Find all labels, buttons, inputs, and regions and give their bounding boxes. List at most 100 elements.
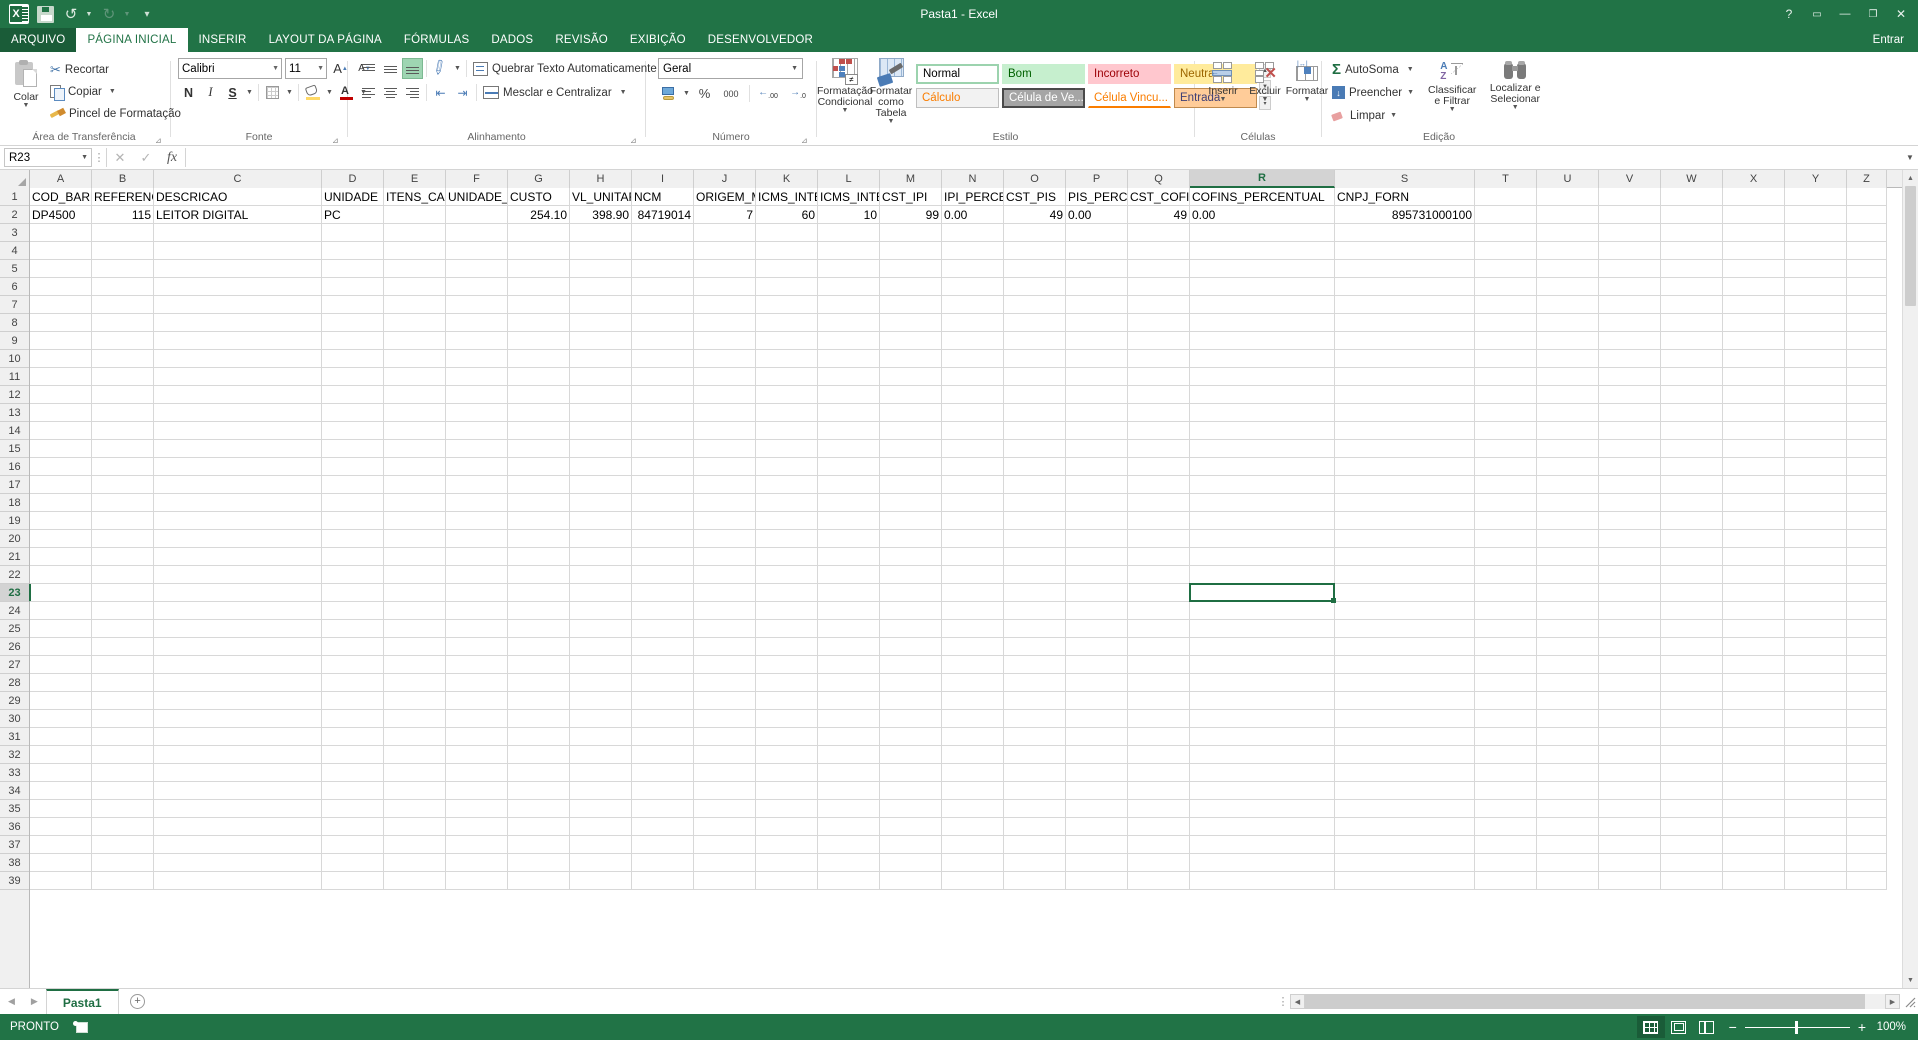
cell-S32[interactable]	[1335, 746, 1475, 764]
cell-W28[interactable]	[1661, 674, 1723, 692]
cell-P39[interactable]	[1066, 872, 1128, 890]
cell-A26[interactable]	[30, 638, 92, 656]
cell-L21[interactable]	[818, 548, 880, 566]
cell-F15[interactable]	[446, 440, 508, 458]
align-left-button[interactable]	[358, 82, 379, 103]
cell-N29[interactable]	[942, 692, 1004, 710]
format-cells-button[interactable]: |↔| Formatar ▼	[1286, 60, 1329, 105]
style-bom[interactable]: Bom	[1002, 64, 1085, 84]
cell-G17[interactable]	[508, 476, 570, 494]
cell-A3[interactable]	[30, 224, 92, 242]
find-select-button[interactable]: Localizar e Selecionar ▼	[1481, 57, 1549, 113]
cell-X29[interactable]	[1723, 692, 1785, 710]
cell-W12[interactable]	[1661, 386, 1723, 404]
cell-F39[interactable]	[446, 872, 508, 890]
percent-format-button[interactable]: %	[694, 83, 715, 104]
cell-Q16[interactable]	[1128, 458, 1190, 476]
cell-G19[interactable]	[508, 512, 570, 530]
cell-A30[interactable]	[30, 710, 92, 728]
cell-W25[interactable]	[1661, 620, 1723, 638]
cell-G26[interactable]	[508, 638, 570, 656]
cell-Q21[interactable]	[1128, 548, 1190, 566]
cell-I22[interactable]	[632, 566, 694, 584]
row-header-16[interactable]: 16	[0, 458, 29, 476]
cell-M29[interactable]	[880, 692, 942, 710]
cell-X26[interactable]	[1723, 638, 1785, 656]
cell-H6[interactable]	[570, 278, 632, 296]
scroll-up-icon[interactable]: ▲	[1903, 170, 1918, 186]
cell-L10[interactable]	[818, 350, 880, 368]
cell-N26[interactable]	[942, 638, 1004, 656]
cell-Y31[interactable]	[1785, 728, 1847, 746]
cell-H12[interactable]	[570, 386, 632, 404]
cell-S17[interactable]	[1335, 476, 1475, 494]
cell-J1[interactable]: ORIGEM_MERC	[694, 188, 756, 206]
cell-P5[interactable]	[1066, 260, 1128, 278]
cell-G31[interactable]	[508, 728, 570, 746]
cell-M21[interactable]	[880, 548, 942, 566]
cell-E34[interactable]	[384, 782, 446, 800]
cells-area[interactable]: COD_BARRASREFERENCIADESCRICAOUNIDADEITEN…	[30, 188, 1902, 988]
cell-P18[interactable]	[1066, 494, 1128, 512]
cell-O17[interactable]	[1004, 476, 1066, 494]
cell-H36[interactable]	[570, 818, 632, 836]
cell-E4[interactable]	[384, 242, 446, 260]
cell-P29[interactable]	[1066, 692, 1128, 710]
cell-F36[interactable]	[446, 818, 508, 836]
cell-R22[interactable]	[1190, 566, 1335, 584]
column-header-X[interactable]: X	[1723, 170, 1785, 188]
cell-C4[interactable]	[154, 242, 322, 260]
cell-V12[interactable]	[1599, 386, 1661, 404]
row-header-26[interactable]: 26	[0, 638, 29, 656]
cell-L7[interactable]	[818, 296, 880, 314]
cell-N20[interactable]	[942, 530, 1004, 548]
cell-Y25[interactable]	[1785, 620, 1847, 638]
cell-Q19[interactable]	[1128, 512, 1190, 530]
cell-N28[interactable]	[942, 674, 1004, 692]
cell-I26[interactable]	[632, 638, 694, 656]
cell-N18[interactable]	[942, 494, 1004, 512]
cell-C3[interactable]	[154, 224, 322, 242]
cell-T15[interactable]	[1475, 440, 1537, 458]
cell-W30[interactable]	[1661, 710, 1723, 728]
cell-D13[interactable]	[322, 404, 384, 422]
cell-V10[interactable]	[1599, 350, 1661, 368]
row-header-15[interactable]: 15	[0, 440, 29, 458]
cell-H24[interactable]	[570, 602, 632, 620]
cell-O12[interactable]	[1004, 386, 1066, 404]
cell-L33[interactable]	[818, 764, 880, 782]
column-header-A[interactable]: A	[30, 170, 92, 188]
cell-Q29[interactable]	[1128, 692, 1190, 710]
cell-B13[interactable]	[92, 404, 154, 422]
cell-O31[interactable]	[1004, 728, 1066, 746]
cell-O9[interactable]	[1004, 332, 1066, 350]
cell-V8[interactable]	[1599, 314, 1661, 332]
cell-V22[interactable]	[1599, 566, 1661, 584]
cell-Y9[interactable]	[1785, 332, 1847, 350]
cell-B25[interactable]	[92, 620, 154, 638]
cell-G29[interactable]	[508, 692, 570, 710]
cell-A17[interactable]	[30, 476, 92, 494]
help-icon[interactable]: ?	[1776, 2, 1802, 26]
cell-V36[interactable]	[1599, 818, 1661, 836]
cell-Q7[interactable]	[1128, 296, 1190, 314]
cell-T13[interactable]	[1475, 404, 1537, 422]
cell-W35[interactable]	[1661, 800, 1723, 818]
cell-O11[interactable]	[1004, 368, 1066, 386]
cell-F19[interactable]	[446, 512, 508, 530]
cell-L27[interactable]	[818, 656, 880, 674]
cell-J22[interactable]	[694, 566, 756, 584]
cell-Q2[interactable]: 49	[1128, 206, 1190, 224]
cell-R1[interactable]: COFINS_PERCENTUAL	[1190, 188, 1335, 206]
cell-C35[interactable]	[154, 800, 322, 818]
cell-D2[interactable]: PC	[322, 206, 384, 224]
cell-E14[interactable]	[384, 422, 446, 440]
cell-E5[interactable]	[384, 260, 446, 278]
cell-Y36[interactable]	[1785, 818, 1847, 836]
cell-F7[interactable]	[446, 296, 508, 314]
cell-H15[interactable]	[570, 440, 632, 458]
cell-V7[interactable]	[1599, 296, 1661, 314]
cell-X36[interactable]	[1723, 818, 1785, 836]
cell-S34[interactable]	[1335, 782, 1475, 800]
cell-W39[interactable]	[1661, 872, 1723, 890]
